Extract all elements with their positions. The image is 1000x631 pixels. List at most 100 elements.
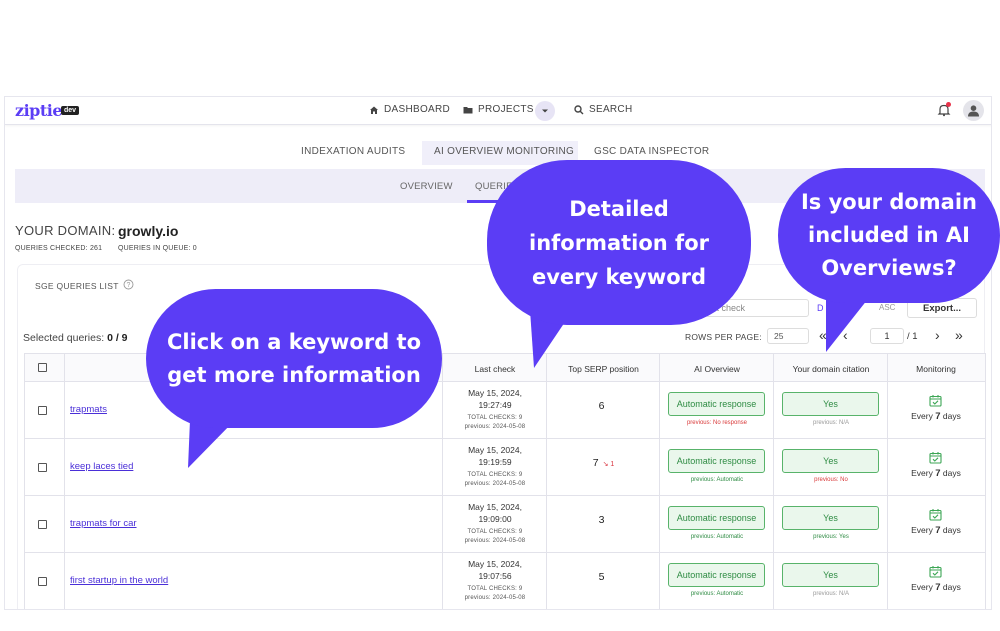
col-monitoring[interactable]: Monitoring — [888, 364, 984, 374]
serp-position: 6 — [547, 400, 660, 412]
row-checkbox[interactable] — [38, 577, 47, 586]
nav-projects[interactable]: PROJECTS — [463, 104, 534, 115]
last-check-date: May 15, 2024, — [468, 559, 522, 569]
row-checkbox[interactable] — [38, 520, 47, 529]
logo[interactable]: ziptie — [15, 101, 63, 120]
select-all-checkbox[interactable] — [38, 363, 47, 372]
ai-overview-previous: previous: Automatic — [690, 591, 744, 597]
help-icon[interactable]: ? — [123, 279, 134, 290]
table-row[interactable]: trapmats for car May 15, 2024, 19:09:00 … — [24, 496, 986, 553]
nav-dashboard-label: DASHBOARD — [384, 104, 451, 115]
monitoring-suffix: days — [940, 468, 961, 478]
nav-search-label: SEARCH — [589, 104, 633, 115]
row-checkbox[interactable] — [38, 406, 47, 415]
serp-value: 6 — [598, 400, 605, 412]
selected-label: Selected queries: — [23, 332, 105, 344]
total-checks: TOTAL CHECKS: 9 — [467, 415, 523, 421]
last-check-time: 19:07:56 — [478, 571, 512, 581]
chevron-down-icon — [542, 109, 548, 113]
column-divider — [887, 353, 888, 609]
rows-per-page-select[interactable]: 25 — [767, 328, 809, 344]
last-check-date: May 15, 2024, — [468, 445, 522, 455]
citation-previous: previous: N/A — [812, 420, 849, 426]
queries-checked: QUERIES CHECKED: 261 — [15, 245, 103, 252]
avatar[interactable] — [963, 100, 984, 121]
column-divider — [442, 353, 443, 609]
monitoring-frequency: Every 7 days — [888, 582, 984, 593]
previous-date: previous: 2024-05-08 — [464, 538, 526, 544]
citation-badge: Yes — [782, 392, 879, 416]
previous-date: previous: 2024-05-08 — [464, 595, 526, 601]
nav-dashboard[interactable]: DASHBOARD — [369, 104, 450, 115]
callout-left: Click on a keyword to get more informati… — [146, 289, 442, 428]
tab-indexation-audits[interactable]: INDEXATION AUDITS — [301, 146, 405, 157]
tab-ai-overview-monitoring[interactable]: AI OVERVIEW MONITORING — [434, 146, 574, 157]
column-divider — [773, 353, 774, 609]
search-icon — [574, 104, 584, 114]
page-total: / 1 — [907, 331, 918, 342]
ai-overview-previous: previous: Automatic — [690, 477, 744, 483]
keyword-link[interactable]: trapmats for car — [70, 518, 137, 529]
ai-overview-previous: previous: Automatic — [690, 534, 744, 540]
last-check-time: 19:09:00 — [478, 514, 512, 524]
home-icon — [370, 106, 378, 114]
main-tabs: INDEXATION AUDITS AI OVERVIEW MONITORING… — [5, 139, 991, 165]
col-ai-overview[interactable]: AI Overview — [660, 364, 774, 374]
column-divider — [546, 353, 547, 609]
ai-overview-badge: Automatic response — [668, 449, 765, 473]
last-check-date: May 15, 2024, — [468, 388, 522, 398]
citation-badge: Yes — [782, 563, 879, 587]
col-domain-citation[interactable]: Your domain citation — [774, 364, 888, 374]
citation-previous: previous: No — [814, 477, 848, 483]
serp-position: 5 — [547, 571, 660, 583]
table-row[interactable]: keep laces tied May 15, 2024, 19:19:59 T… — [24, 439, 986, 496]
calendar-check-icon — [929, 566, 942, 578]
nav-projects-label: PROJECTS — [478, 104, 534, 115]
column-divider — [659, 353, 660, 609]
ai-overview-badge: Automatic response — [668, 563, 765, 587]
ai-overview-badge: Automatic response — [668, 506, 765, 530]
sort-asc-toggle[interactable]: ASC — [879, 303, 895, 312]
serp-value: 5 — [598, 571, 605, 583]
projects-dropdown-button[interactable] — [535, 101, 555, 121]
monitoring-frequency: Every 7 days — [888, 525, 984, 536]
svg-text:?: ? — [127, 282, 131, 289]
keyword-link[interactable]: trapmats — [70, 404, 107, 415]
last-check-date: May 15, 2024, — [468, 502, 522, 512]
subtab-overview[interactable]: OVERVIEW — [400, 181, 453, 192]
selected-count: 0 / 9 — [107, 332, 128, 344]
previous-date: previous: 2024-05-08 — [464, 424, 526, 430]
keyword-link[interactable]: keep laces tied — [70, 461, 133, 472]
monitoring-suffix: days — [940, 411, 961, 421]
total-checks: TOTAL CHECKS: 9 — [467, 529, 523, 535]
top-navbar: ziptie dev DASHBOARD PROJECTS SEARCH — [5, 97, 991, 125]
serp-position: 3 — [547, 514, 660, 526]
callout-right: Is your domain included in AI Overviews? — [778, 168, 1000, 303]
total-checks: TOTAL CHECKS: 9 — [467, 472, 523, 478]
env-badge: dev — [61, 106, 80, 115]
serp-value: 3 — [598, 514, 605, 526]
notification-dot — [946, 102, 951, 107]
last-check-time: 19:27:49 — [478, 400, 512, 410]
citation-previous: previous: Yes — [813, 534, 849, 540]
queries-in-queue: QUERIES IN QUEUE: 0 — [118, 245, 197, 252]
tab-gsc-data-inspector[interactable]: GSC DATA INSPECTOR — [594, 146, 709, 157]
rows-per-page-label: ROWS PER PAGE: — [685, 332, 762, 342]
next-page-icon[interactable]: › — [935, 327, 940, 343]
card-title: SGE QUERIES LIST — [35, 281, 119, 291]
calendar-check-icon — [929, 395, 942, 407]
keyword-link[interactable]: first startup in the world — [70, 575, 168, 586]
folder-icon — [463, 106, 473, 113]
domain-value: growly.io — [118, 223, 179, 239]
table-row[interactable]: first startup in the world May 15, 2024,… — [24, 553, 986, 609]
row-checkbox[interactable] — [38, 463, 47, 472]
nav-search[interactable]: SEARCH — [574, 104, 632, 115]
monitoring-suffix: days — [940, 525, 961, 535]
monitoring-prefix: Every — [911, 411, 936, 421]
serp-change: ↘ 1 — [602, 461, 615, 468]
calendar-check-icon — [929, 452, 942, 464]
last-page-icon[interactable]: » — [955, 327, 963, 343]
callout-middle: Detailed information for every keyword — [487, 160, 751, 325]
user-icon — [968, 105, 979, 117]
monitoring-frequency: Every 7 days — [888, 468, 984, 479]
